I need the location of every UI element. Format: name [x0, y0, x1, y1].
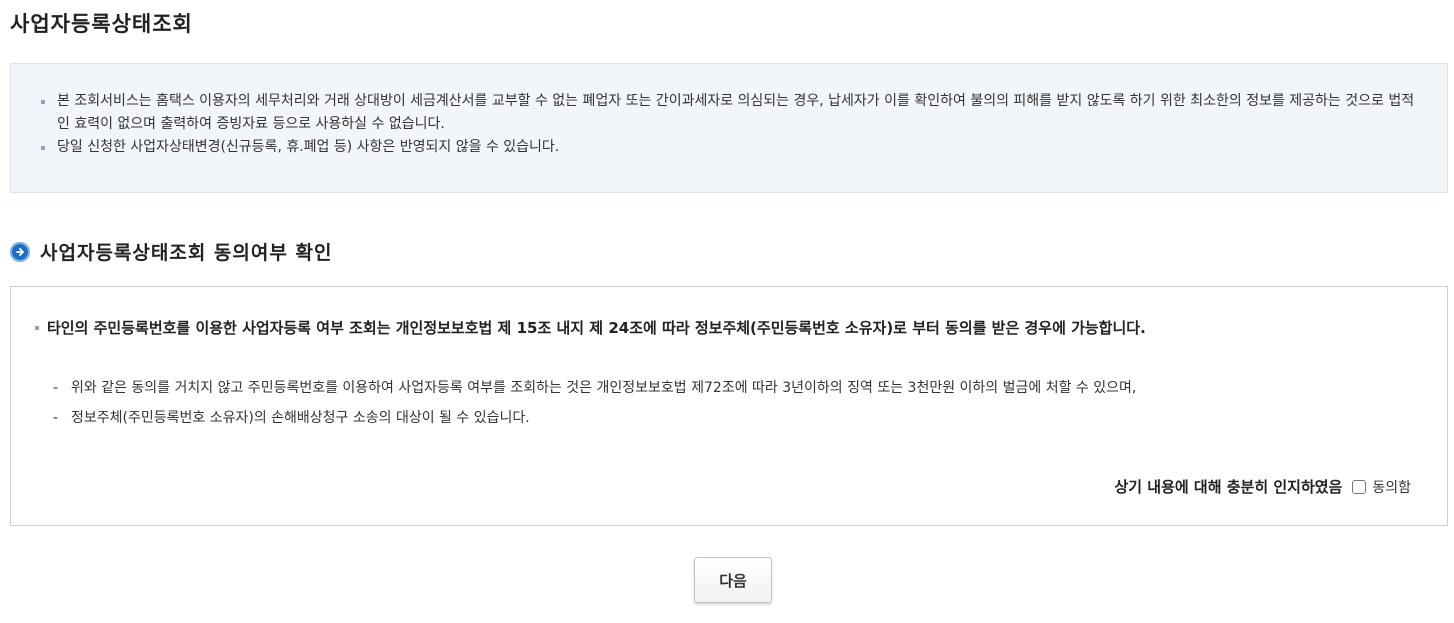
agree-row: 상기 내용에 대해 충분히 인지하였음 동의함	[1114, 476, 1411, 497]
arrow-right-circle-icon	[10, 241, 30, 262]
consent-main-text: 타인의 주민등록번호를 이용한 사업자등록 여부 조회는 개인정보보호법 제 1…	[33, 315, 1413, 341]
warning-item: 위와 같은 동의를 거치지 않고 주민등록번호를 이용하여 사업자등록 여부를 …	[53, 379, 1423, 397]
page-title: 사업자등록상태조회	[10, 12, 193, 36]
warning-item: 정보주체(주민등록번호 소유자)의 손해배상청구 소송의 대상이 될 수 있습니…	[53, 409, 1423, 427]
consent-box: 타인의 주민등록번호를 이용한 사업자등록 여부 조회는 개인정보보호법 제 1…	[10, 286, 1448, 526]
consent-section-header: 사업자등록상태조회 동의여부 확인	[10, 238, 332, 265]
acknowledge-text: 상기 내용에 대해 충분히 인지하였음	[1114, 478, 1343, 496]
notice-list: 본 조회서비스는 홈택스 이용자의 세무처리와 거래 상대방이 세금계산서를 교…	[11, 64, 1447, 159]
section-title: 사업자등록상태조회 동의여부 확인	[40, 242, 333, 264]
notice-item: 당일 신청한 사업자상태변경(신규등록, 휴.폐업 등) 사항은 반영되지 않을…	[39, 136, 1447, 159]
agree-checkbox-label[interactable]: 동의함	[1372, 477, 1411, 497]
warning-list: 위와 같은 동의를 거치지 않고 주민등록번호를 이용하여 사업자등록 여부를 …	[53, 379, 1423, 439]
next-button[interactable]: 다음	[694, 557, 772, 603]
agree-checkbox[interactable]	[1352, 479, 1367, 494]
notice-box: 본 조회서비스는 홈택스 이용자의 세무처리와 거래 상대방이 세금계산서를 교…	[10, 63, 1448, 193]
notice-item: 본 조회서비스는 홈택스 이용자의 세무처리와 거래 상대방이 세금계산서를 교…	[39, 90, 1447, 136]
